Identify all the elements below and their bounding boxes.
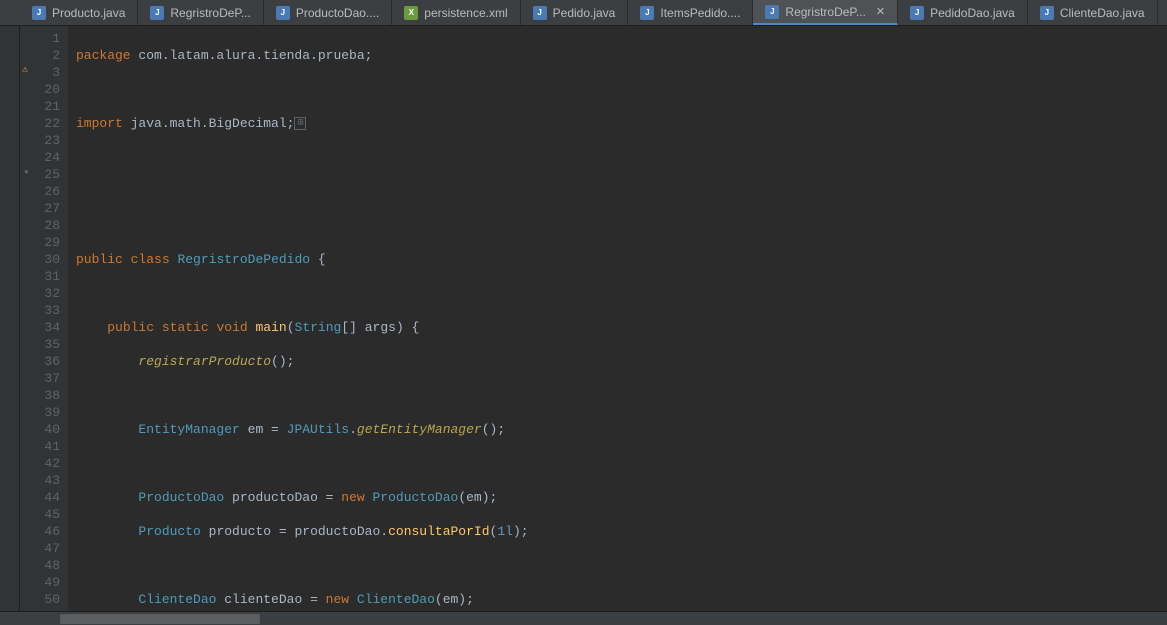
java-icon: J xyxy=(276,6,290,20)
java-icon: J xyxy=(1040,6,1054,20)
java-icon: J xyxy=(640,6,654,20)
tab-label: persistence.xml xyxy=(424,6,507,20)
xml-icon: X xyxy=(404,6,418,20)
tab-bar: J Producto.java J RegristroDeP... J Product… xyxy=(0,0,1167,26)
gutter-marks xyxy=(20,26,38,611)
tab-registro1[interactable]: J RegristroDeP... xyxy=(138,0,263,25)
scrollbar-thumb[interactable] xyxy=(60,614,260,624)
java-icon: J xyxy=(533,6,547,20)
java-icon: J xyxy=(765,5,779,19)
tab-label: ProductoDao.... xyxy=(296,6,379,20)
tab-label: RegristroDeP... xyxy=(785,5,865,19)
tab-producto[interactable]: J Producto.java xyxy=(20,0,138,25)
java-icon: J xyxy=(32,6,46,20)
editor: 1232021222324252627282930313233343536373… xyxy=(0,26,1167,611)
tab-label: ItemsPedido.... xyxy=(660,6,740,20)
horizontal-scrollbar[interactable] xyxy=(0,611,1167,625)
fold-icon[interactable]: ⊞ xyxy=(294,117,306,130)
tab-label: PedidoDao.java xyxy=(930,6,1015,20)
java-icon: J xyxy=(910,6,924,20)
close-icon[interactable]: ✕ xyxy=(876,5,885,18)
tab-itemspedido[interactable]: J ItemsPedido.... xyxy=(628,0,753,25)
tab-label: RegristroDeP... xyxy=(170,6,250,20)
tab-registro-active[interactable]: J RegristroDeP... ✕ xyxy=(753,0,898,25)
tab-label: Producto.java xyxy=(52,6,125,20)
tab-productodao[interactable]: J ProductoDao.... xyxy=(264,0,392,25)
code-area[interactable]: 1232021222324252627282930313233343536373… xyxy=(20,26,1167,611)
tab-pedidodao[interactable]: J PedidoDao.java xyxy=(898,0,1028,25)
code-content[interactable]: package com.latam.alura.tienda.prueba; i… xyxy=(68,26,575,611)
tab-clientedao[interactable]: J ClienteDao.java xyxy=(1028,0,1158,25)
left-ruler xyxy=(0,26,20,611)
tab-label: ClienteDao.java xyxy=(1060,6,1145,20)
tab-pedido[interactable]: J Pedido.java xyxy=(521,0,629,25)
line-numbers: 1232021222324252627282930313233343536373… xyxy=(38,26,68,611)
java-icon: J xyxy=(150,6,164,20)
tab-label: Pedido.java xyxy=(553,6,616,20)
tab-persistence[interactable]: Xpersistence.xml xyxy=(392,0,520,25)
